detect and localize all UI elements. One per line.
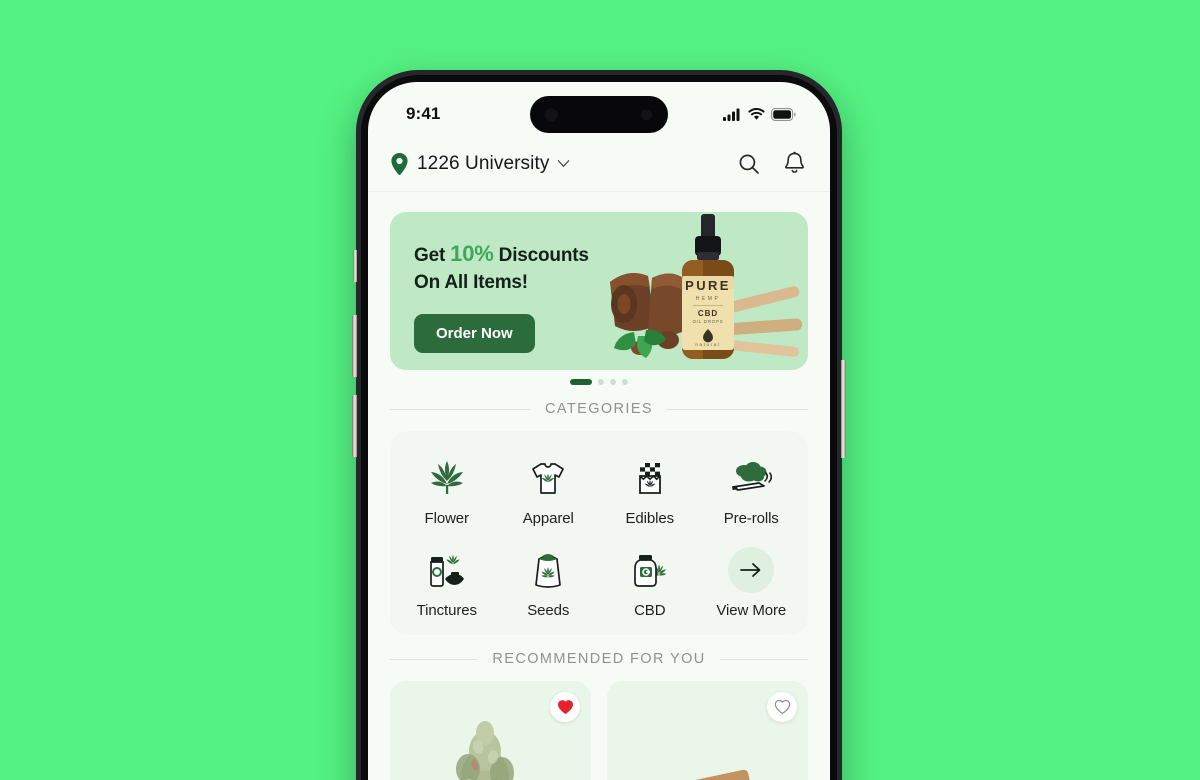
bottle-foot-text: natural [695, 342, 720, 347]
bottle-type-text: CBD [698, 309, 718, 318]
app-content: Get 10% Discounts On All Items! Order No… [368, 212, 830, 780]
carousel-dot-1[interactable] [570, 379, 592, 385]
pre-roll-photo [654, 769, 756, 780]
promo-banner[interactable]: Get 10% Discounts On All Items! Order No… [390, 212, 808, 370]
categories-title: CATEGORIES [545, 401, 653, 417]
tshirt-icon [525, 451, 571, 501]
search-icon[interactable] [737, 152, 761, 176]
chocolate-bar-icon [627, 451, 673, 501]
view-more-circle [728, 547, 775, 593]
carousel-dot-3[interactable] [610, 379, 616, 385]
favorite-button[interactable] [767, 692, 797, 722]
divider-left [390, 408, 531, 410]
volume-down-button[interactable] [352, 395, 357, 457]
heart-filled-icon [557, 700, 573, 714]
cannabis-leaf-icon [424, 451, 470, 501]
category-label: Seeds [527, 602, 570, 619]
divider-right [719, 658, 809, 660]
categories-grid: Flower Apparel Edibles Pre-rolls Tinctur… [390, 431, 808, 635]
wifi-icon [748, 107, 765, 120]
category-item-flower[interactable]: Flower [396, 445, 498, 531]
recommended-title: RECOMMENDED FOR YOU [492, 651, 706, 667]
cannabis-bud-photo [456, 721, 514, 780]
category-label: CBD [634, 602, 666, 619]
power-side-button[interactable] [841, 360, 846, 458]
carousel-indicator[interactable] [390, 379, 808, 385]
category-label: View More [716, 602, 787, 619]
cbd-bottle-icon [626, 543, 674, 593]
heart-outline-icon [774, 699, 790, 715]
pre-roll-joint-icon [727, 451, 775, 501]
carousel-dot-4[interactable] [622, 379, 628, 385]
divider-right [667, 408, 808, 410]
category-item-apparel[interactable]: Apparel [498, 445, 600, 531]
header-actions [737, 151, 806, 176]
category-label: Tinctures [416, 602, 477, 619]
app-header: 1226 University [368, 136, 830, 192]
promo-line1-pre: Get [414, 245, 451, 266]
divider-left [390, 658, 479, 660]
cellular-signal-icon [723, 108, 740, 121]
phone-device-frame: 9:41 1226 University Get 10% Discounts O… [352, 70, 846, 780]
category-item-cbd[interactable]: CBD [599, 537, 701, 623]
arrow-right-icon [740, 563, 761, 577]
promo-percent: 10% [450, 241, 494, 266]
product-card-2[interactable] [607, 681, 808, 780]
mute-switch-button[interactable] [353, 250, 357, 282]
location-label: 1226 University [417, 152, 550, 174]
recommended-products-row [390, 681, 808, 780]
category-item-view-more[interactable]: View More [701, 537, 803, 623]
bell-icon[interactable] [783, 151, 806, 176]
status-indicators [723, 107, 796, 121]
categories-section-header: CATEGORIES [390, 401, 808, 417]
svg-text:OIL DROPS: OIL DROPS [693, 319, 724, 324]
promo-line1-post: Discounts [493, 245, 589, 266]
category-item-seeds[interactable]: Seeds [498, 537, 600, 623]
category-label: Edibles [625, 510, 675, 527]
chevron-down-icon [558, 160, 570, 167]
category-item-edibles[interactable]: Edibles [599, 445, 701, 531]
tincture-bottle-art: PURE HEMP CBD OIL DROPS natural [682, 214, 734, 359]
bottle-brand-text: PURE [685, 278, 731, 293]
svg-text:HEMP: HEMP [696, 296, 721, 302]
phone-screen: 9:41 1226 University Get 10% Discounts O… [368, 82, 830, 780]
tincture-tube-icon [423, 543, 471, 593]
volume-up-button[interactable] [352, 315, 357, 377]
status-bar: 9:41 [368, 82, 830, 136]
cbd-tincture-product-image: PURE HEMP CBD OIL DROPS natural [610, 214, 803, 359]
seed-bag-icon [525, 543, 571, 593]
recommended-section-header: RECOMMENDED FOR YOU [390, 651, 809, 667]
map-pin-icon [391, 152, 408, 175]
status-clock: 9:41 [406, 104, 441, 123]
product-card-1[interactable] [390, 681, 591, 780]
category-label: Apparel [522, 510, 574, 527]
favorite-button[interactable] [550, 692, 580, 722]
category-label: Flower [424, 510, 470, 527]
category-item-prerolls[interactable]: Pre-rolls [701, 445, 803, 531]
carousel-dot-2[interactable] [598, 379, 604, 385]
category-item-tinctures[interactable]: Tinctures [396, 537, 498, 623]
promo-line2: On All Items! [414, 271, 528, 293]
preroll-pack-art [654, 769, 756, 780]
dynamic-island [530, 96, 668, 133]
order-now-button[interactable]: Order Now [414, 313, 535, 353]
bud-art [456, 721, 514, 780]
battery-icon [771, 107, 796, 121]
location-selector[interactable]: 1226 University [390, 152, 570, 176]
category-label: Pre-rolls [723, 510, 779, 527]
